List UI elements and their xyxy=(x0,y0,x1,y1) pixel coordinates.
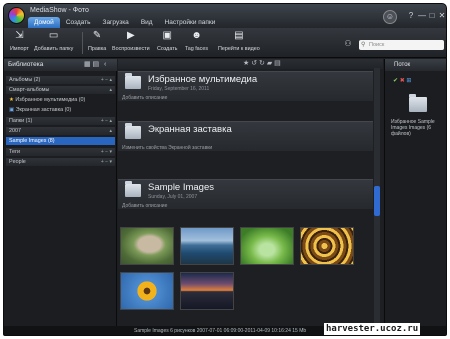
help-button[interactable]: ? xyxy=(406,10,416,21)
section-date: Friday, September 16, 2011 xyxy=(148,86,210,92)
sidebar-item-favorites[interactable]: ★ Избранное мультимедиа (0) xyxy=(6,96,115,104)
collapse-arrow-icon[interactable]: ▴ xyxy=(109,86,112,94)
stream-header: Поток xyxy=(385,59,446,71)
library-header: Библиотека ▦ ▤ ‹ xyxy=(4,59,117,71)
go-to-video-button[interactable]: ▤ Перейти к видео xyxy=(218,30,260,52)
ribbon-tabs: Домой Создать Загрузка Вид Настройки пап… xyxy=(28,17,221,28)
thumb-sunflower[interactable] xyxy=(120,272,174,310)
sidebar-people[interactable]: People + − ▾ xyxy=(6,158,115,166)
scrollbar-thumb[interactable] xyxy=(374,186,380,216)
add-remove-icon[interactable]: + − ▾ xyxy=(101,158,112,166)
folder-icon xyxy=(125,123,141,139)
sidebar-folders[interactable]: Папки (1) + − ▴ xyxy=(6,117,115,125)
scrollbar[interactable] xyxy=(374,68,380,326)
section-description[interactable]: Добавить описание xyxy=(122,203,167,209)
section-header[interactable]: Избранное мультимедиа Friday, September … xyxy=(118,71,373,101)
section-header[interactable]: Sample Images Sunday, July 01, 2007 Доба… xyxy=(118,179,373,209)
close-button[interactable]: ✕ xyxy=(437,10,446,21)
play-icon: ▶ xyxy=(126,30,135,41)
view-toggle-icon[interactable]: ▦ ▤ xyxy=(84,59,99,71)
section-title: Sample Images xyxy=(148,182,215,193)
folder-icon xyxy=(125,181,141,197)
star-icon: ★ xyxy=(9,97,14,103)
section-screensaver: Экранная заставка Изменить свойства Экра… xyxy=(118,121,373,171)
folder-icon xyxy=(125,73,141,89)
go-to-video-icon: ▤ xyxy=(234,30,244,41)
thumb-bicycle[interactable] xyxy=(240,227,294,265)
section-title: Экранная заставка xyxy=(148,124,232,135)
app-logo-icon xyxy=(8,7,25,24)
sidebar-tags[interactable]: Теги + − ▾ xyxy=(6,148,115,156)
create-button[interactable]: ▣ Создать xyxy=(157,30,178,52)
stream-controls-icon[interactable]: ✔ ✖ ⊞ xyxy=(393,77,411,84)
tab-create[interactable]: Создать xyxy=(60,17,97,28)
search-input[interactable]: ⚲ Поиск xyxy=(359,40,444,50)
tab-view[interactable]: Вид xyxy=(135,17,159,28)
toolbar-divider xyxy=(82,32,83,54)
thumb-sunset[interactable] xyxy=(180,272,234,310)
window-title: MediaShow - Фото xyxy=(30,7,89,14)
browser-toolbar: ★ ↺ ↻ ▰ ▤ xyxy=(118,59,383,69)
section-sample-images: Sample Images Sunday, July 01, 2007 Доба… xyxy=(118,179,373,326)
media-browser: ★ ↺ ↻ ▰ ▤ Избранное мультимедиа Friday, … xyxy=(118,59,383,326)
edit-button[interactable]: ✎ Правка xyxy=(88,30,106,52)
stream-folder-icon[interactable] xyxy=(409,94,427,112)
app-window: MediaShow - Фото Домой Создать Загрузка … xyxy=(3,3,447,336)
add-folder-icon: ▭ xyxy=(48,30,59,41)
toolbar: ⇲ Импорт ▭ Добавить папку ✎ Правка ▶ Воспрои… xyxy=(4,28,446,58)
title-bar: MediaShow - Фото Домой Создать Загрузка … xyxy=(4,4,446,28)
tab-home[interactable]: Домой xyxy=(28,17,60,28)
collapse-icon[interactable]: ‹ xyxy=(104,59,106,71)
import-icon: ⇲ xyxy=(15,30,24,41)
search-icon: ⚲ xyxy=(361,42,366,48)
watermark: harvester.ucoz.ru xyxy=(324,323,421,335)
edit-icon: ✎ xyxy=(92,30,102,41)
library-sidebar: Библиотека ▦ ▤ ‹ Альбомы (2) + − ▴ Смарт-… xyxy=(4,59,117,326)
thumb-spiral[interactable] xyxy=(300,227,354,265)
sidebar-albums[interactable]: Альбомы (2) + − ▴ xyxy=(6,76,115,84)
account-icon[interactable]: ☺ xyxy=(383,10,397,24)
add-folder-button[interactable]: ▭ Добавить папку xyxy=(34,30,73,52)
screensaver-icon: ▣ xyxy=(9,107,15,113)
sidebar-item-screensaver[interactable]: ▣ Экранная заставка (0) xyxy=(6,106,115,114)
stream-folder-caption: Избранное Sample Images Images (6 файлов… xyxy=(391,119,435,137)
people-icon[interactable]: ⚇ xyxy=(341,39,355,51)
section-date: Sunday, July 01, 2007 xyxy=(148,194,198,200)
sidebar-year-2007[interactable]: 2007 ▴ xyxy=(6,127,115,135)
add-remove-icon[interactable]: + − ▴ xyxy=(101,76,112,84)
tab-upload[interactable]: Загрузка xyxy=(97,17,135,28)
sidebar-smart-albums[interactable]: Смарт-альбомы ▴ xyxy=(6,86,115,94)
add-remove-icon[interactable]: + − ▾ xyxy=(101,148,112,156)
import-button[interactable]: ⇲ Импорт xyxy=(10,30,29,52)
section-description[interactable]: Добавить описание xyxy=(122,95,167,101)
thumb-cat[interactable] xyxy=(120,227,174,265)
tag-faces-button[interactable]: ☻ Tag faces xyxy=(185,30,208,52)
minimize-button[interactable]: — xyxy=(417,10,427,21)
tab-folder-settings[interactable]: Настройки папки xyxy=(159,17,222,28)
section-header[interactable]: Экранная заставка Изменить свойства Экра… xyxy=(118,121,373,151)
play-button[interactable]: ▶ Воспроизвести xyxy=(112,30,150,52)
collapse-arrow-icon[interactable]: ▴ xyxy=(109,127,112,135)
add-remove-icon[interactable]: + − ▴ xyxy=(101,117,112,125)
section-favorites: Избранное мультимедиа Friday, September … xyxy=(118,71,373,121)
maximize-button[interactable]: □ xyxy=(427,10,437,21)
rotate-icons[interactable]: ★ ↺ ↻ ▰ ▤ xyxy=(243,59,281,67)
sidebar-item-sample-images[interactable]: Sample Images (8) xyxy=(6,137,115,145)
section-title: Избранное мультимедиа xyxy=(148,74,258,85)
create-icon: ▣ xyxy=(162,30,172,41)
section-description[interactable]: Изменить свойства Экранной заставки xyxy=(122,145,212,151)
tag-faces-icon: ☻ xyxy=(191,30,202,41)
thumb-sea[interactable] xyxy=(180,227,234,265)
stream-panel: Поток ✔ ✖ ⊞ Избранное Sample Images Imag… xyxy=(384,59,446,326)
